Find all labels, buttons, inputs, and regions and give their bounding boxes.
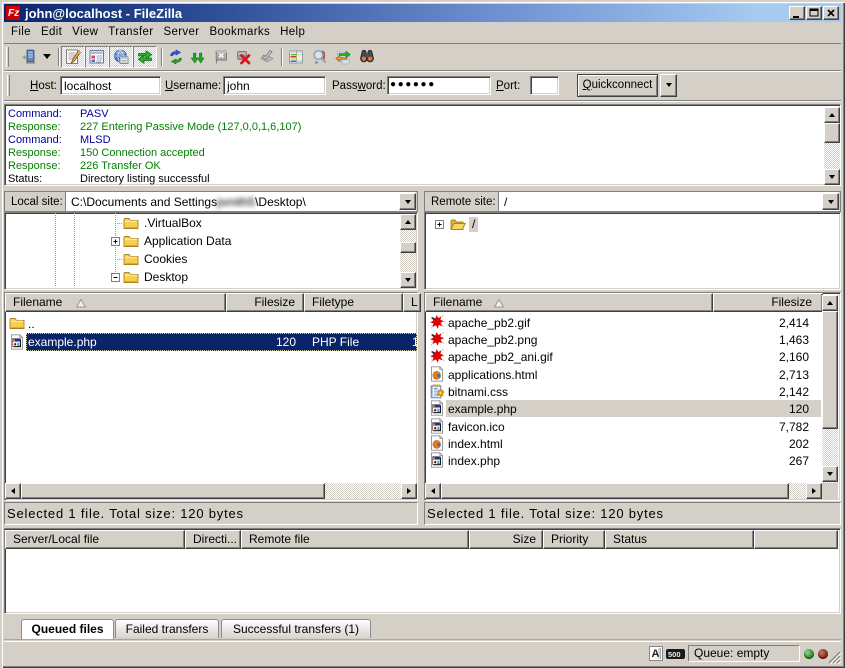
svg-text:A: A (652, 648, 660, 660)
svg-text:Fz: Fz (8, 8, 19, 19)
svg-text:500: 500 (668, 650, 681, 659)
